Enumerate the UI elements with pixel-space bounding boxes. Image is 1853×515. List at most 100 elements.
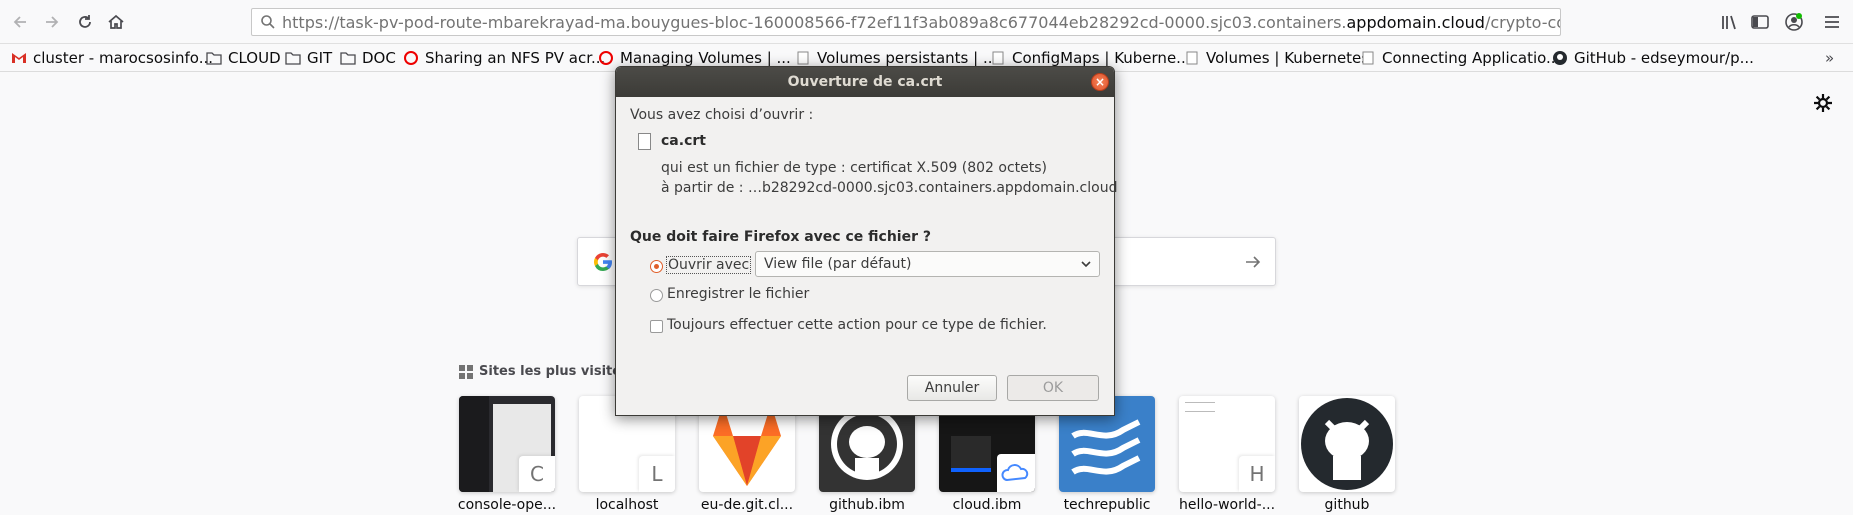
- always-action-label[interactable]: Toujours effectuer cette action pour ce …: [667, 317, 1047, 333]
- dialog-title: Ouverture de ca.crt: [787, 74, 943, 90]
- bookmark-item[interactable]: Sharing an NFS PV acr...: [403, 47, 605, 69]
- page-icon: [797, 51, 809, 65]
- open-with-label[interactable]: Ouvrir avec: [666, 256, 752, 274]
- bookmark-item[interactable]: cluster - marocsosinfo...: [11, 47, 213, 69]
- topsite-tile[interactable]: C: [459, 396, 555, 492]
- bookmark-label: Sharing an NFS PV acr...: [425, 49, 606, 67]
- chosen-label: Vous avez choisi d’ouvrir :: [630, 107, 814, 123]
- gear-icon[interactable]: [1812, 92, 1834, 114]
- always-action-checkbox[interactable]: [650, 320, 663, 333]
- bookmark-item[interactable]: GitHub - edseymour/p...: [1552, 47, 1754, 69]
- github-icon: [1301, 398, 1393, 490]
- bookmark-folder[interactable]: CLOUD: [206, 47, 281, 69]
- forward-button[interactable]: [40, 10, 64, 34]
- bookmark-label: Connecting Applicatio...: [1382, 49, 1561, 67]
- page-icon: [992, 51, 1004, 65]
- tile-screenshot-panel: [951, 436, 991, 472]
- github-icon: [1553, 51, 1567, 65]
- tile-letter: C: [519, 456, 555, 492]
- bookmark-label: GIT: [307, 49, 333, 67]
- folder-icon: [285, 52, 301, 65]
- bookmark-label: CLOUD: [228, 49, 281, 67]
- url-prefix: https://task-pv-pod-route-mbarekrayad-ma…: [282, 12, 1347, 32]
- url-bar[interactable]: https://task-pv-pod-route-mbarekrayad-ma…: [251, 8, 1561, 36]
- tile-letter: L: [639, 456, 675, 492]
- save-file-label[interactable]: Enregistrer le fichier: [667, 286, 809, 302]
- cancel-label: Annuler: [924, 380, 980, 396]
- open-with-value: View file (par défaut): [764, 256, 912, 272]
- search-icon: [261, 15, 275, 29]
- page-icon: [1186, 51, 1198, 65]
- bookmark-folder[interactable]: DOC: [340, 47, 396, 69]
- home-icon: [108, 14, 124, 29]
- cancel-button[interactable]: Annuler: [907, 375, 997, 401]
- back-button[interactable]: [8, 10, 32, 34]
- tile-label: console-ope...: [457, 497, 557, 513]
- library-icon[interactable]: [1720, 10, 1740, 34]
- grid-icon: [459, 364, 473, 379]
- dialog-close-button[interactable]: ×: [1091, 73, 1109, 91]
- forward-arrow-icon: [46, 16, 59, 28]
- gmail-icon: [12, 53, 26, 63]
- ibm-cloud-icon: [1001, 464, 1029, 482]
- redhat-icon: [599, 51, 613, 65]
- bookmark-label: Volumes | Kubernetes: [1206, 49, 1370, 67]
- bookmark-label: cluster - marocsosinfo...: [33, 49, 214, 67]
- reload-button[interactable]: [73, 10, 97, 34]
- bookmark-item[interactable]: Connecting Applicatio...: [1360, 47, 1560, 69]
- url-suffix: /crypto-config/ordererOrganizations/b: [1484, 12, 1560, 32]
- close-icon: ×: [1094, 75, 1106, 89]
- bookmark-item[interactable]: Volumes | Kubernetes: [1184, 47, 1369, 69]
- back-arrow-icon: [13, 16, 26, 28]
- file-type-line: qui est un fichier de type : certificat …: [661, 160, 1048, 176]
- home-button[interactable]: [104, 10, 128, 34]
- ibm-cloud-badge: [997, 454, 1035, 492]
- bookmark-folder[interactable]: GIT: [285, 47, 332, 69]
- action-question: Que doit faire Firefox avec ce fichier ?: [630, 229, 931, 245]
- file-source-line: à partir de : …b28292cd-0000.sjc03.conta…: [661, 180, 1118, 196]
- tile-label: github: [1324, 497, 1370, 513]
- bookmark-label: DOC: [362, 49, 396, 67]
- menu-icon[interactable]: [1822, 10, 1842, 34]
- chevron-down-icon: [1081, 261, 1091, 268]
- open-with-select[interactable]: View file (par défaut): [755, 251, 1100, 277]
- tile-label: eu-de.git.cl...: [700, 497, 794, 513]
- open-with-radio[interactable]: [650, 260, 663, 273]
- topsite-tile[interactable]: [1299, 396, 1395, 492]
- bookmarks-overflow-button[interactable]: »: [1825, 47, 1834, 69]
- tile-letter: H: [1239, 456, 1275, 492]
- google-icon: [594, 253, 613, 271]
- tile-label: localhost: [595, 497, 659, 513]
- topsite-tile[interactable]: H: [1179, 396, 1275, 492]
- filename: ca.crt: [661, 133, 706, 149]
- file-icon: [638, 133, 651, 150]
- redhat-icon: [404, 51, 418, 65]
- bookmark-label: ConfigMaps | Kuberne...: [1012, 49, 1191, 67]
- chevron-double-right-icon: »: [1825, 49, 1835, 67]
- bookmark-label: Managing Volumes | ...: [620, 49, 791, 67]
- url-domain: appdomain.cloud: [1346, 12, 1485, 32]
- folder-icon: [340, 52, 356, 65]
- search-submit-arrow-icon[interactable]: [1243, 252, 1263, 272]
- tile-label: cloud.ibm: [952, 497, 1022, 513]
- tile-label: github.ibm: [829, 497, 905, 513]
- browser-toolbar: https://task-pv-pod-route-mbarekrayad-ma…: [0, 0, 1853, 44]
- tile-screenshot: [459, 396, 489, 492]
- tile-label: techrepublic: [1063, 497, 1151, 513]
- tile-label: hello-world-...: [1178, 497, 1276, 513]
- page-icon: [1362, 51, 1374, 65]
- ok-label: OK: [1042, 380, 1064, 396]
- sidebar-icon[interactable]: [1750, 10, 1770, 34]
- tile-screenshot-text: [1185, 402, 1215, 412]
- open-file-dialog: Ouverture de ca.crt × Vous avez choisi d…: [615, 66, 1118, 416]
- topsites-heading: Sites les plus visités: [459, 364, 629, 379]
- tile-screenshot-bar: [951, 468, 991, 472]
- bookmark-label: GitHub - edseymour/p...: [1574, 49, 1754, 67]
- ok-button[interactable]: OK: [1007, 375, 1099, 401]
- dialog-titlebar[interactable]: Ouverture de ca.crt ×: [616, 67, 1114, 97]
- account-icon[interactable]: [1783, 10, 1805, 34]
- reload-icon: [79, 15, 91, 28]
- save-file-radio[interactable]: [650, 289, 663, 302]
- folder-icon: [206, 52, 222, 65]
- bookmark-label: Volumes persistants | ...: [817, 49, 998, 67]
